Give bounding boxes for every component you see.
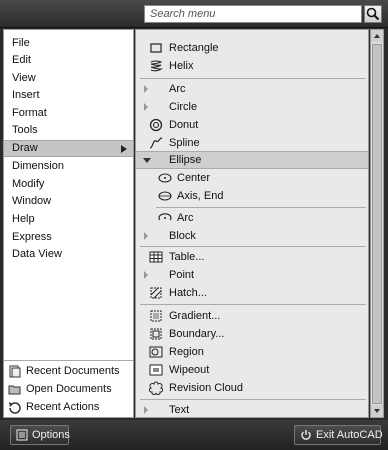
recent-actions-icon	[9, 402, 21, 414]
submenu-item-table[interactable]: Table...	[136, 248, 368, 266]
submenu-item-rectangle[interactable]: Rectangle	[136, 39, 368, 57]
menu-item-view[interactable]: View	[4, 70, 133, 87]
table-icon	[149, 251, 163, 263]
menu-item-modify[interactable]: Modify	[4, 176, 133, 193]
menu-item-data-view[interactable]: Data View	[4, 246, 133, 263]
submenu-item-wipeout[interactable]: Wipeout	[136, 361, 368, 379]
collapse-arrow-icon	[143, 158, 151, 163]
search-input[interactable]	[145, 6, 361, 22]
separator	[140, 399, 366, 400]
menu-item-express[interactable]: Express	[4, 229, 133, 246]
expand-arrow-icon	[144, 85, 148, 93]
menu-item-help[interactable]: Help	[4, 211, 133, 228]
submenu-item-donut[interactable]: Donut	[136, 116, 368, 134]
submenu-item-ellipse-center[interactable]: Center	[136, 169, 368, 187]
revision-cloud-icon	[149, 381, 163, 395]
menu-item-window[interactable]: Window	[4, 193, 133, 210]
separator	[156, 207, 366, 208]
submenu-item-spline[interactable]: Spline	[136, 134, 368, 152]
gradient-icon	[150, 310, 162, 322]
region-icon	[149, 346, 163, 358]
submenu-item-arc[interactable]: Arc	[136, 80, 368, 98]
menu-item-edit[interactable]: Edit	[4, 52, 133, 69]
menu-item-insert[interactable]: Insert	[4, 87, 133, 104]
menu-item-dimension[interactable]: Dimension	[4, 158, 133, 175]
submenu-item-block[interactable]: Block	[136, 227, 368, 245]
search-box[interactable]	[144, 5, 362, 23]
ellipse-center-icon	[158, 173, 172, 183]
submenu-item-boundary[interactable]: Boundary...	[136, 325, 368, 343]
exit-autocad-button[interactable]: Exit AutoCAD	[294, 425, 383, 445]
separator	[140, 246, 366, 247]
submenu-arrow-icon	[121, 145, 127, 153]
draw-submenu-panel: Rectangle Helix Arc Circle Donut Spline …	[135, 29, 369, 418]
expand-arrow-icon	[144, 271, 148, 279]
submenu-item-circle[interactable]: Circle	[136, 98, 368, 116]
menu-header-bar	[0, 0, 388, 28]
menu-item-tools[interactable]: Tools	[4, 122, 133, 139]
scroll-thumb[interactable]	[372, 44, 382, 404]
ellipse-axis-end-icon	[158, 191, 172, 201]
submenu-item-region[interactable]: Region	[136, 343, 368, 361]
wipeout-icon	[149, 364, 163, 376]
menu-item-file[interactable]: File	[4, 35, 133, 52]
recent-documents-icon	[9, 365, 21, 378]
search-icon	[366, 7, 380, 21]
menu-item-format[interactable]: Format	[4, 105, 133, 122]
expand-arrow-icon	[144, 232, 148, 240]
open-documents-icon	[8, 385, 21, 395]
helix-icon	[150, 60, 163, 72]
submenu-item-helix[interactable]: Helix	[136, 57, 368, 75]
submenu-item-ellipse-axis-end[interactable]: Axis, End	[136, 187, 368, 205]
search-button[interactable]	[364, 5, 382, 23]
donut-icon	[149, 118, 163, 132]
expand-arrow-icon	[144, 406, 148, 414]
menu-item-draw[interactable]: Draw	[4, 140, 133, 157]
power-icon	[301, 430, 311, 440]
submenu-item-text[interactable]: Text	[136, 401, 368, 417]
submenu-scrollbar[interactable]	[370, 29, 384, 418]
options-button[interactable]: Options	[10, 425, 70, 445]
submenu-item-gradient[interactable]: Gradient...	[136, 307, 368, 325]
submenu-item-ellipse-arc[interactable]: Arc	[136, 209, 368, 227]
spline-icon	[149, 137, 163, 149]
separator	[140, 78, 366, 79]
scroll-up-button[interactable]	[371, 30, 383, 42]
options-icon	[16, 429, 28, 441]
submenu-item-revision-cloud[interactable]: Revision Cloud	[136, 379, 368, 397]
separator	[140, 304, 366, 305]
scroll-down-button[interactable]	[371, 405, 383, 417]
submenu-item-point[interactable]: Point	[136, 266, 368, 284]
submenu-item-hatch[interactable]: Hatch...	[136, 284, 368, 302]
rectangle-icon	[150, 43, 162, 53]
ellipse-arc-icon	[158, 213, 172, 221]
boundary-icon	[150, 328, 162, 340]
menu-footer-bar: Options Exit AutoCAD	[0, 420, 388, 450]
main-menu-panel: File Edit View Insert Format Tools Draw …	[3, 29, 134, 418]
expand-arrow-icon	[144, 103, 148, 111]
submenu-item-ellipse[interactable]: Ellipse	[136, 151, 368, 169]
recent-section: Recent Documents Open Documents Recent A…	[4, 360, 133, 417]
hatch-icon	[150, 287, 162, 299]
